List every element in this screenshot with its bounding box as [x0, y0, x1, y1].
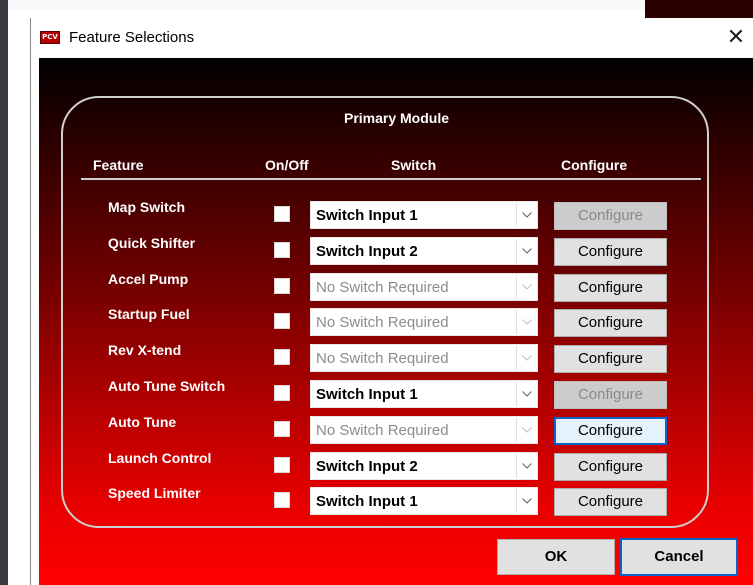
- feature-onoff-checkbox[interactable]: [274, 420, 290, 437]
- switch-select-value: Switch Input 1: [316, 493, 418, 511]
- feature-onoff-checkbox[interactable]: [274, 241, 290, 258]
- column-header-onoff: On/Off: [265, 157, 309, 173]
- configure-button[interactable]: Configure: [554, 488, 667, 517]
- switch-select[interactable]: Switch Input 1: [310, 201, 538, 229]
- desktop-top-strip: [0, 0, 753, 10]
- feature-row: Startup Fuel No Switch Required Configure: [39, 303, 753, 338]
- switch-select-value: No Switch Required: [316, 421, 449, 439]
- switch-select[interactable]: Switch Input 1: [310, 487, 538, 516]
- chevron-down-icon[interactable]: [516, 453, 536, 478]
- cancel-button[interactable]: Cancel: [620, 538, 738, 576]
- chevron-down-icon[interactable]: [516, 203, 536, 227]
- column-header-feature: Feature: [93, 157, 144, 173]
- feature-label: Rev X-tend: [108, 342, 182, 359]
- feature-onoff-checkbox[interactable]: [274, 492, 290, 509]
- chevron-down-icon: [516, 346, 536, 371]
- feature-onoff-checkbox[interactable]: [274, 456, 290, 473]
- window-title: Feature Selections: [69, 29, 195, 46]
- feature-row: Rev X-tend No Switch Required Configure: [39, 339, 753, 374]
- switch-select-value: No Switch Required: [316, 314, 449, 332]
- switch-select[interactable]: Switch Input 2: [310, 451, 538, 480]
- chevron-down-icon: [516, 310, 536, 335]
- feature-onoff-checkbox[interactable]: [274, 349, 290, 366]
- configure-button: Configure: [554, 202, 667, 230]
- header-divider: [81, 178, 701, 180]
- switch-select[interactable]: Switch Input 1: [310, 380, 538, 408]
- feature-row: Quick Shifter Switch Input 2 Configure: [39, 232, 753, 266]
- feature-label: Speed Limiter: [108, 485, 201, 502]
- background-window-right-top: [645, 0, 753, 20]
- switch-select-value: Switch Input 2: [316, 242, 418, 260]
- close-button[interactable]: ✕: [721, 24, 751, 52]
- feature-label: Launch Control: [108, 449, 212, 466]
- chevron-down-icon[interactable]: [516, 489, 536, 514]
- configure-button[interactable]: Configure: [554, 273, 667, 302]
- dialog-client-area: Primary Module Feature On/Off Switch Con…: [39, 58, 753, 585]
- feature-row: Accel Pump No Switch Required Configure: [39, 268, 753, 302]
- feature-onoff-checkbox[interactable]: [274, 313, 290, 330]
- feature-label: Auto Tune Switch: [108, 378, 226, 394]
- feature-row: Speed Limiter Switch Input 1 Configure: [39, 482, 753, 517]
- chevron-down-icon: [516, 417, 536, 442]
- ok-button[interactable]: OK: [497, 539, 615, 575]
- switch-select-value: Switch Input 1: [316, 207, 418, 224]
- switch-select: No Switch Required: [310, 344, 538, 373]
- switch-select: No Switch Required: [310, 308, 538, 337]
- feature-row: Map Switch Switch Input 1 Configure: [39, 196, 753, 230]
- feature-selections-dialog: PCV Feature Selections ✕ Primary Module …: [30, 18, 753, 585]
- column-header-configure: Configure: [561, 157, 628, 173]
- configure-button[interactable]: Configure: [554, 309, 667, 338]
- feature-label: Map Switch: [108, 199, 186, 215]
- switch-select: No Switch Required: [310, 272, 538, 301]
- feature-row: Launch Control Switch Input 2 Configure: [39, 447, 753, 481]
- feature-label: Quick Shifter: [108, 234, 196, 251]
- desktop-left-strip: [0, 0, 8, 585]
- feature-onoff-checkbox[interactable]: [274, 385, 290, 401]
- feature-label: Auto Tune: [108, 413, 177, 430]
- feature-onoff-checkbox[interactable]: [274, 277, 290, 294]
- switch-select[interactable]: Switch Input 2: [310, 236, 538, 265]
- configure-button: Configure: [554, 381, 667, 409]
- chevron-down-icon: [516, 274, 536, 299]
- feature-row: Auto Tune No Switch Required Configure: [39, 411, 753, 445]
- chevron-down-icon[interactable]: [516, 382, 536, 406]
- switch-select-value: No Switch Required: [316, 350, 449, 368]
- feature-row: Auto Tune Switch Switch Input 1 Configure: [39, 375, 753, 409]
- chevron-down-icon[interactable]: [516, 238, 536, 263]
- switch-select-value: Switch Input 2: [316, 457, 418, 475]
- switch-select-value: Switch Input 1: [316, 386, 418, 403]
- feature-label: Startup Fuel: [108, 306, 190, 323]
- module-title: Primary Module: [343, 110, 450, 126]
- configure-button[interactable]: Configure: [554, 416, 667, 445]
- switch-select: No Switch Required: [310, 415, 538, 444]
- feature-label: Accel Pump: [108, 270, 189, 287]
- feature-onoff-checkbox[interactable]: [274, 206, 290, 222]
- app-icon: PCV: [40, 31, 60, 44]
- configure-button[interactable]: Configure: [554, 452, 667, 481]
- title-bar[interactable]: PCV Feature Selections ✕: [31, 18, 753, 58]
- configure-button[interactable]: Configure: [554, 237, 667, 266]
- configure-button[interactable]: Configure: [554, 345, 667, 374]
- switch-select-value: No Switch Required: [316, 278, 449, 296]
- column-header-switch: Switch: [391, 157, 437, 173]
